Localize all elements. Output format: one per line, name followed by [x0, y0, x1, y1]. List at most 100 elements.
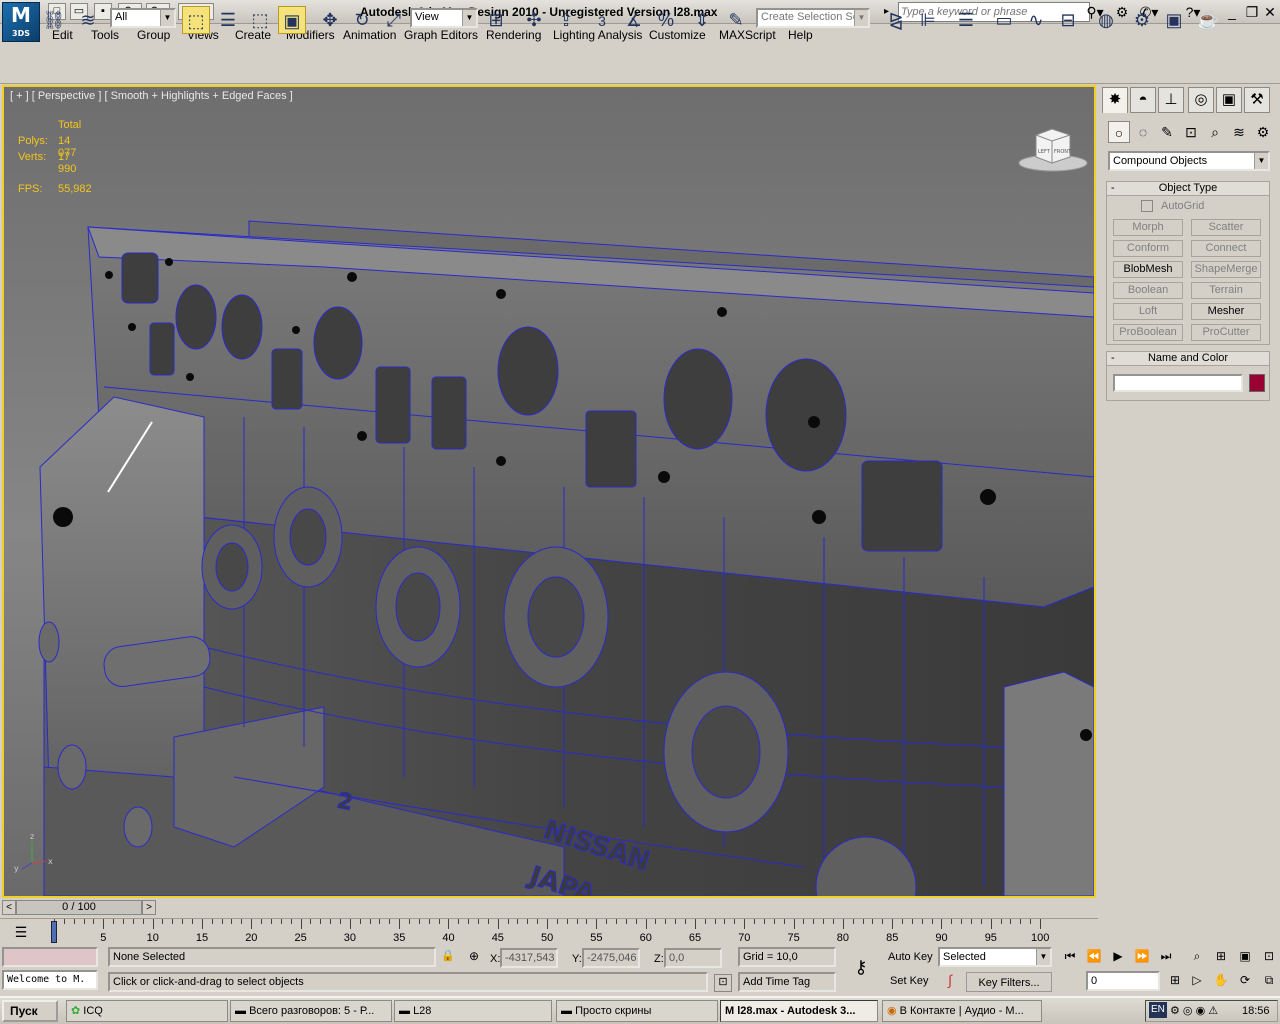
- track-bar[interactable]: ☰ 05101520253035404550556065707580859095…: [0, 918, 1098, 945]
- key-filters-button[interactable]: Key Filters...: [966, 972, 1052, 992]
- procutter-button[interactable]: ProCutter: [1191, 324, 1261, 341]
- current-frame-field[interactable]: 0: [1086, 971, 1160, 991]
- proboolean-button[interactable]: ProBoolean: [1113, 324, 1183, 341]
- maximize-viewport-icon[interactable]: ⧉: [1260, 973, 1278, 991]
- unlink-icon[interactable]: ⛓: [40, 6, 68, 34]
- prev-frame-arrow-icon[interactable]: <: [2, 900, 16, 915]
- go-to-start-icon[interactable]: ⏮: [1060, 949, 1080, 967]
- start-button[interactable]: Пуск: [2, 1000, 58, 1022]
- autogrid-checkbox[interactable]: [1141, 200, 1153, 212]
- boolean-button[interactable]: Boolean: [1113, 282, 1183, 299]
- zoom-extents-icon[interactable]: ▣: [1236, 949, 1254, 967]
- name-and-color-header[interactable]: - Name and Color: [1107, 352, 1269, 366]
- key-mode-dropdown[interactable]: Selected ▼: [938, 947, 1052, 967]
- hierarchy-tab-icon[interactable]: ⊥: [1158, 87, 1184, 113]
- taskbar-item-chat[interactable]: ▬ Всего разговоров: 5 - Р...: [230, 1000, 392, 1022]
- modify-tab-icon[interactable]: ◓: [1130, 87, 1156, 113]
- conform-button[interactable]: Conform: [1113, 240, 1183, 257]
- mirror-icon[interactable]: ⧎: [882, 6, 910, 34]
- shapes-subtab-icon[interactable]: ◌: [1132, 121, 1154, 143]
- render-setup-icon[interactable]: ⚙: [1128, 6, 1156, 34]
- scatter-button[interactable]: Scatter: [1191, 219, 1261, 236]
- select-by-name-icon[interactable]: ☰: [214, 6, 242, 34]
- next-frame-arrow-icon[interactable]: >: [142, 900, 156, 915]
- edit-named-selection-icon[interactable]: ✎: [722, 6, 750, 34]
- taskbar-item-l28-folder[interactable]: ▬ L28: [394, 1000, 552, 1022]
- connect-button[interactable]: Connect: [1191, 240, 1261, 257]
- pivot-center-icon[interactable]: ⊞: [482, 6, 510, 34]
- menu-graph-editors[interactable]: Graph Editors: [404, 28, 478, 42]
- time-slider[interactable]: 0 / 100: [16, 900, 142, 915]
- render-production-icon[interactable]: ☕: [1194, 6, 1222, 34]
- add-time-tag-button[interactable]: Add Time Tag: [738, 972, 836, 992]
- orbit-icon[interactable]: ⟳: [1236, 973, 1254, 991]
- mesher-button[interactable]: Mesher: [1191, 303, 1261, 320]
- reference-coordinate-dropdown[interactable]: View ▼: [410, 8, 478, 28]
- material-editor-icon[interactable]: ◍: [1092, 6, 1120, 34]
- taskbar-item-icq[interactable]: ✿ ICQ: [66, 1000, 228, 1022]
- zoom-icon[interactable]: ⌕: [1188, 949, 1206, 967]
- close-icon[interactable]: ✕: [1260, 3, 1280, 21]
- cameras-subtab-icon[interactable]: ⊡: [1180, 121, 1202, 143]
- select-and-move-icon[interactable]: ✥: [316, 6, 344, 34]
- taskbar-item-3dsmax[interactable]: M l28.max - Autodesk 3...: [720, 1000, 878, 1022]
- rendered-frame-window-icon[interactable]: ▣: [1160, 6, 1188, 34]
- align-icon[interactable]: ⊫: [914, 6, 942, 34]
- lock-selection-icon[interactable]: 🔒: [440, 949, 456, 965]
- object-category-dropdown[interactable]: Compound Objects ▼: [1108, 151, 1270, 171]
- named-selection-sets-dropdown[interactable]: Create Selection Se ▼: [756, 8, 870, 28]
- auto-key-button[interactable]: Auto Key: [888, 947, 936, 967]
- taskbar-item-browser[interactable]: ◉ В Контакте | Аудио - М...: [882, 1000, 1042, 1022]
- viewcube[interactable]: LEFT FRONT: [1018, 125, 1088, 173]
- selection-filter-dropdown[interactable]: All ▼: [110, 8, 176, 28]
- play-icon[interactable]: ▶: [1108, 949, 1128, 967]
- object-color-swatch[interactable]: [1249, 374, 1265, 392]
- lights-subtab-icon[interactable]: ✎: [1156, 121, 1178, 143]
- previous-frame-icon[interactable]: ⏪: [1084, 949, 1104, 967]
- select-and-scale-icon[interactable]: ⤢: [380, 6, 408, 34]
- blobmesh-button[interactable]: BlobMesh: [1113, 261, 1183, 278]
- y-coordinate-field[interactable]: -2475,046: [582, 948, 640, 968]
- minimize-icon[interactable]: _: [1222, 3, 1242, 21]
- rectangular-selection-icon[interactable]: ⬚: [246, 6, 274, 34]
- spacewarps-subtab-icon[interactable]: ≋: [1228, 121, 1250, 143]
- curve-editor-icon[interactable]: ∿: [1022, 6, 1050, 34]
- keyboard-shortcut-override-icon[interactable]: ⇪: [552, 6, 580, 34]
- key-tangents-icon[interactable]: ∫: [940, 972, 960, 992]
- field-of-view-icon[interactable]: ▷: [1188, 973, 1206, 991]
- object-type-header[interactable]: - Object Type: [1107, 182, 1269, 196]
- geometry-subtab-icon[interactable]: ○: [1108, 121, 1130, 143]
- set-key-icon[interactable]: ⚷: [842, 957, 880, 981]
- schematic-view-icon[interactable]: ⊟: [1054, 6, 1082, 34]
- percent-snap-icon[interactable]: %: [652, 6, 680, 34]
- menu-help[interactable]: Help: [788, 28, 813, 42]
- shapemerge-button[interactable]: ShapeMerge: [1191, 261, 1261, 278]
- app-logo-button[interactable]: M 3DS: [2, 2, 40, 42]
- menu-group[interactable]: Group: [137, 28, 170, 42]
- morph-button[interactable]: Morph: [1113, 219, 1183, 236]
- bind-to-spacewarp-icon[interactable]: ≋: [74, 6, 102, 34]
- systems-subtab-icon[interactable]: ⚙: [1252, 121, 1274, 143]
- utilities-tab-icon[interactable]: ⚒: [1244, 87, 1270, 113]
- window-crossing-icon[interactable]: ▣: [278, 6, 306, 34]
- snaps-toggle-icon[interactable]: 3: [588, 6, 616, 34]
- loft-button[interactable]: Loft: [1113, 303, 1183, 320]
- z-coordinate-field[interactable]: 0,0: [664, 948, 722, 968]
- helpers-subtab-icon[interactable]: ⌕: [1204, 121, 1226, 143]
- current-frame-marker[interactable]: [51, 921, 57, 943]
- display-tab-icon[interactable]: ▣: [1216, 87, 1242, 113]
- perspective-viewport[interactable]: 2 NISSAN JAPA [ + ] [ Perspective ] [ Sm…: [2, 85, 1096, 898]
- set-key-button[interactable]: Set Key: [890, 971, 936, 991]
- spinner-snap-icon[interactable]: ⇕: [688, 6, 716, 34]
- time-tag-icon[interactable]: ⊡: [714, 974, 732, 992]
- viewport-label-menu[interactable]: [ + ] [ Perspective ] [ Smooth + Highlig…: [10, 90, 293, 102]
- graphite-ribbon-icon[interactable]: ▭: [990, 6, 1018, 34]
- language-indicator[interactable]: EN: [1149, 1002, 1167, 1018]
- terrain-button[interactable]: Terrain: [1191, 282, 1261, 299]
- next-frame-icon[interactable]: ⏩: [1132, 949, 1152, 967]
- create-tab-icon[interactable]: ✸: [1102, 87, 1128, 113]
- taskbar-item-screens-folder[interactable]: ▬ Просто скрины: [556, 1000, 718, 1022]
- absolute-mode-icon[interactable]: ⊕: [466, 949, 482, 965]
- maxscript-mini-listener[interactable]: Welcome to M.: [2, 970, 98, 990]
- layer-manager-icon[interactable]: ☰: [952, 6, 980, 34]
